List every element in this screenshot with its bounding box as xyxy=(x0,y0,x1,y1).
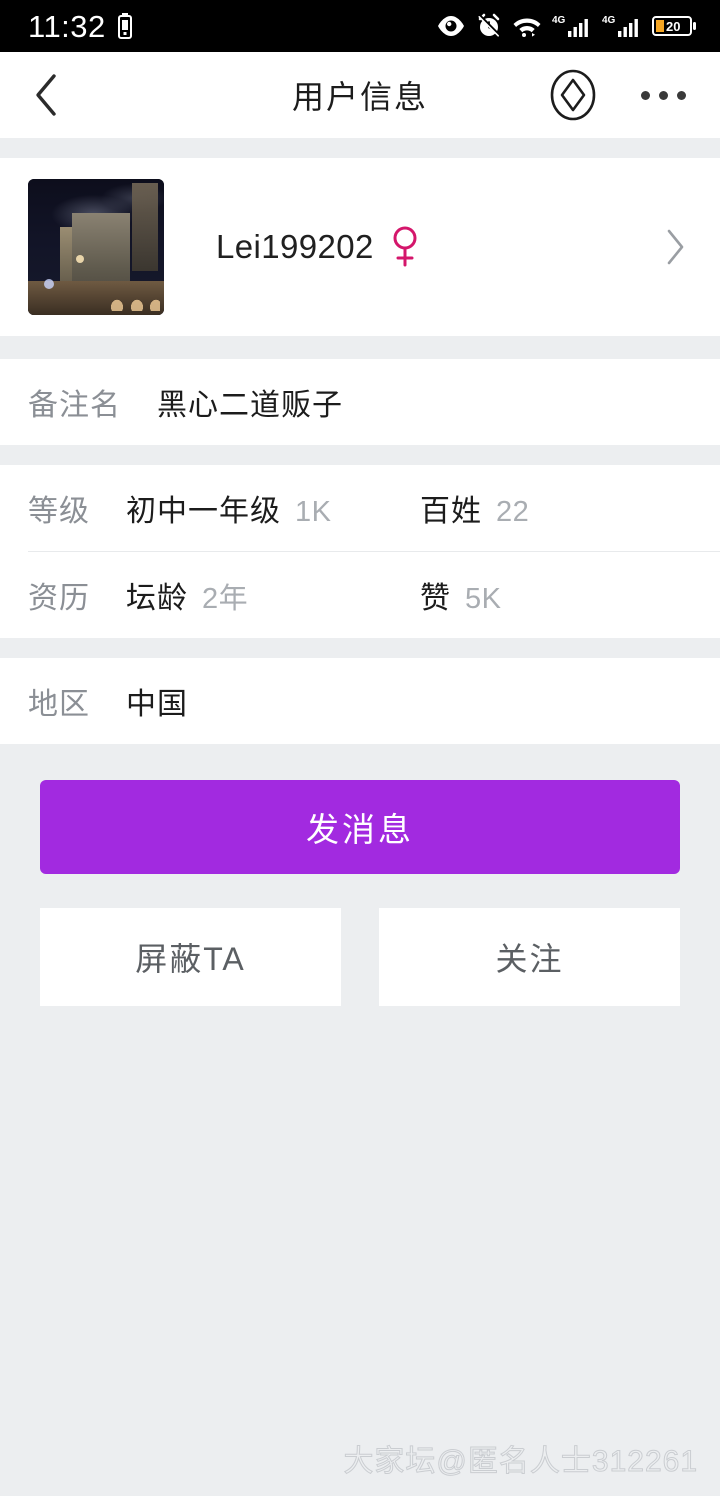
stat-level: 等级 初中一年级 1K xyxy=(28,486,420,530)
diamond-circle-button[interactable] xyxy=(549,68,597,122)
nav-bar: 用户信息 xyxy=(0,52,720,138)
stat-baixing-label: 百姓 xyxy=(420,495,482,528)
remark-name-label: 备注名 xyxy=(28,389,121,422)
stats-row-level[interactable]: 等级 初中一年级 1K 百姓 22 xyxy=(0,465,720,551)
avatar[interactable] xyxy=(28,179,164,315)
signal-4g-icon: 4G xyxy=(552,15,588,37)
svg-text:4G: 4G xyxy=(602,15,616,26)
profile-screen: 11:32 4G 4G 20 用户信息 Lei199202 备注名 黑心二道贩子… xyxy=(0,0,720,1496)
status-time: 11:32 xyxy=(28,8,106,44)
region-row[interactable]: 地区 中国 xyxy=(0,658,720,744)
region-label: 地区 xyxy=(28,688,90,721)
stat-seniority-count: 2年 xyxy=(202,583,249,615)
svg-text:20: 20 xyxy=(666,19,680,34)
eye-icon xyxy=(438,16,464,36)
stat-level-value: 初中一年级 xyxy=(126,495,281,528)
status-bar-left: 11:32 xyxy=(28,11,132,42)
section-gap-2 xyxy=(0,336,720,359)
stats-section: 等级 初中一年级 1K 百姓 22 资历 坛龄 2年 赞 5K xyxy=(0,465,720,638)
svg-text:4G: 4G xyxy=(552,15,566,26)
status-bar-right: 4G 4G 20 xyxy=(436,13,698,39)
send-message-button[interactable]: 发消息 xyxy=(40,780,680,874)
username: Lei199202 xyxy=(216,228,374,265)
more-dot-3 xyxy=(677,90,686,100)
watermark: 大家坛@匿名人士312261 xyxy=(343,1445,698,1479)
secondary-actions: 屏蔽TA 关注 xyxy=(40,908,680,1006)
stat-level-count: 1K xyxy=(295,496,332,528)
stat-likes-count: 5K xyxy=(465,583,502,615)
nav-right-actions xyxy=(549,68,720,122)
chevron-right-icon xyxy=(667,229,684,265)
stat-seniority: 资历 坛龄 2年 xyxy=(28,573,420,617)
remark-name-row[interactable]: 备注名 黑心二道贩子 xyxy=(0,359,720,445)
stats-row-seniority[interactable]: 资历 坛龄 2年 赞 5K xyxy=(0,552,720,638)
diamond-circle-icon xyxy=(550,69,596,121)
chevron-left-icon xyxy=(36,74,56,116)
avatar-building-right xyxy=(132,183,158,271)
profile-row[interactable]: Lei199202 xyxy=(0,158,720,336)
signal-4g-icon-2: 4G xyxy=(602,15,638,37)
avatar-light-1 xyxy=(44,279,54,289)
profile-detail-chevron[interactable] xyxy=(664,228,686,266)
stat-likes-label: 赞 xyxy=(420,582,451,615)
stat-likes: 赞 5K xyxy=(420,573,501,617)
stat-seniority-label: 资历 xyxy=(28,582,90,615)
avatar-lit-arches xyxy=(106,285,160,311)
profile-identity: Lei199202 xyxy=(216,225,420,269)
status-bar: 11:32 4G 4G 20 xyxy=(0,0,720,52)
battery-icon: 20 xyxy=(652,16,696,36)
section-gap-3 xyxy=(0,445,720,465)
more-dot-1 xyxy=(641,90,650,100)
section-gap-1 xyxy=(0,138,720,158)
stat-baixing: 百姓 22 xyxy=(420,486,529,530)
action-area: 发消息 屏蔽TA 关注 xyxy=(0,744,720,1006)
more-dot-2 xyxy=(659,90,668,100)
remark-name-value: 黑心二道贩子 xyxy=(157,389,343,422)
block-user-button[interactable]: 屏蔽TA xyxy=(40,908,341,1006)
follow-user-button[interactable]: 关注 xyxy=(379,908,680,1006)
section-gap-4 xyxy=(0,638,720,658)
battery-small-icon xyxy=(117,13,132,39)
female-gender-icon xyxy=(393,226,417,267)
wifi-icon xyxy=(513,18,541,37)
region-value: 中国 xyxy=(126,688,188,721)
alarm-silent-icon xyxy=(478,13,501,37)
more-button[interactable] xyxy=(641,90,686,100)
back-button[interactable] xyxy=(0,52,92,138)
stat-level-label: 等级 xyxy=(28,495,90,528)
stat-baixing-count: 22 xyxy=(496,496,530,528)
stat-seniority-value: 坛龄 xyxy=(126,582,188,615)
avatar-light-2 xyxy=(76,255,84,263)
